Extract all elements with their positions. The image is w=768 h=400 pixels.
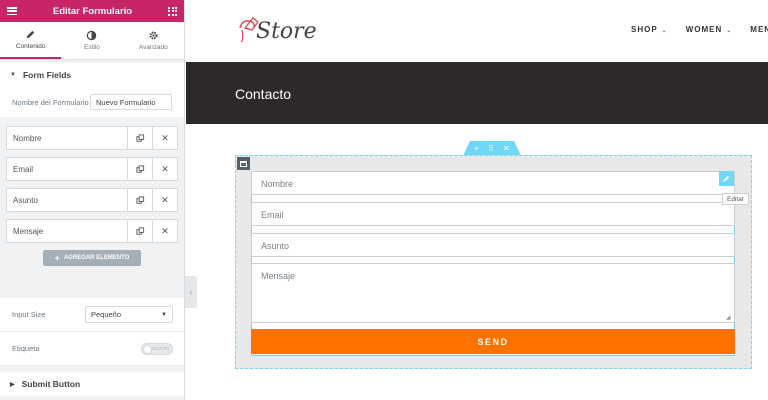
nav-item-men[interactable]: MEN <box>750 25 768 34</box>
site-header: Store SHOP⌄ WOMEN⌄ MEN <box>186 0 768 62</box>
form-fields-section-toggle[interactable]: ▼ Form Fields <box>0 63 184 87</box>
label-toggle-switch[interactable]: OCULTO <box>141 342 173 355</box>
submit-button-section-toggle[interactable]: ▶ Submit Button <box>0 372 184 396</box>
duplicate-icon[interactable] <box>127 189 152 211</box>
page-title: Contacto <box>235 86 292 102</box>
label-control: Etiqueta OCULTO <box>0 332 184 366</box>
tab-advanced[interactable]: Avanzado <box>123 22 184 59</box>
submit-section-title: Submit Button <box>21 379 81 389</box>
tab-content-label: Contenido <box>15 43 46 50</box>
chevron-down-icon: ⌄ <box>661 28 668 34</box>
drag-handle-icon[interactable]: ⠿ <box>488 144 494 153</box>
panel-lower-controls: Input Size Pequeño ▼ Etiqueta OCULTO <box>0 298 184 366</box>
chevron-down-icon: ▼ <box>161 311 167 318</box>
contrast-icon <box>87 30 97 41</box>
nav-item-shop[interactable]: SHOP ⌄ <box>631 25 668 34</box>
message-field[interactable]: Mensaje <box>251 263 735 323</box>
hamburger-menu-icon[interactable] <box>7 7 17 15</box>
repeater-item-label: Mensaje <box>13 226 44 236</box>
tab-content[interactable]: Contenido <box>0 22 62 59</box>
section-handle[interactable]: + ⠿ ✕ <box>463 141 521 156</box>
resize-grip-icon[interactable]: ◢ <box>726 314 731 321</box>
input-size-label: Input Size <box>12 310 46 319</box>
logo-text: Store <box>256 19 317 44</box>
tab-advanced-label: Avanzado <box>138 44 168 51</box>
add-item-button[interactable]: + AGREGAR ELEMENTO <box>43 250 141 266</box>
nav-item-women[interactable]: WOMEN ⌄ <box>686 25 733 34</box>
form-name-input[interactable]: Nuevo Formulario <box>90 94 172 110</box>
send-button[interactable]: SEND <box>251 329 735 354</box>
pencil-icon <box>723 175 730 182</box>
fields-repeater: Nombre ✕ Email ✕ Asunto ✕ Mensaje ✕ <box>0 126 184 243</box>
repeater-item-label: Asunto <box>13 195 38 205</box>
add-item-label: AGREGAR ELEMENTO <box>63 255 130 261</box>
repeater-item[interactable]: Mensaje ✕ <box>6 219 178 243</box>
remove-icon[interactable]: ✕ <box>152 220 177 242</box>
form-fields-section-title: Form Fields <box>22 70 72 80</box>
chevron-down-icon: ⌄ <box>726 28 733 34</box>
remove-icon[interactable]: ✕ <box>152 189 177 211</box>
subject-field[interactable]: Asunto <box>251 233 735 257</box>
nav-item-label: MEN <box>750 25 768 34</box>
pencil-icon <box>26 30 35 39</box>
add-section-icon[interactable]: + <box>474 144 479 153</box>
repeater-item[interactable]: Asunto ✕ <box>6 188 178 212</box>
panel-title: Editar Formulario <box>52 5 133 17</box>
panel-tabs: Contenido Estilo Avanzado <box>0 22 184 60</box>
duplicate-icon[interactable] <box>127 127 152 149</box>
nav-item-label: WOMEN <box>685 25 723 34</box>
remove-icon[interactable]: ✕ <box>152 127 177 149</box>
widgets-grid-icon[interactable] <box>168 6 177 16</box>
edit-widget-button[interactable] <box>719 171 734 186</box>
edit-tooltip: Editar <box>722 193 749 205</box>
repeater-item-label: Nombre <box>13 133 42 143</box>
repeater-item[interactable]: Nombre ✕ <box>6 126 178 150</box>
editor-panel: Editar Formulario Contenido Estilo Avanz… <box>0 0 185 400</box>
column-handle-icon[interactable] <box>237 157 250 170</box>
duplicate-icon[interactable] <box>127 158 152 180</box>
switch-text: OCULTO <box>150 346 169 351</box>
input-size-control: Input Size Pequeño ▼ <box>0 298 184 332</box>
caret-right-icon: ▶ <box>10 381 15 388</box>
input-size-select[interactable]: Pequeño ▼ <box>85 306 173 323</box>
site-logo[interactable]: Store <box>236 14 317 44</box>
caret-down-icon: ▼ <box>10 72 16 78</box>
chevron-left-icon: ‹ <box>189 287 193 297</box>
remove-icon[interactable]: ✕ <box>152 158 177 180</box>
duplicate-icon[interactable] <box>127 220 152 242</box>
form-name-control: Nombre del Formulario Nuevo Formulario <box>0 87 184 117</box>
tab-style[interactable]: Estilo <box>61 22 122 59</box>
collapse-panel-handle[interactable]: ‹ <box>185 276 197 308</box>
form-name-label: Nombre del Formulario <box>12 97 89 107</box>
tab-style-label: Estilo <box>84 44 100 51</box>
plus-icon: + <box>54 253 60 263</box>
label-control-label: Etiqueta <box>12 344 40 353</box>
gear-icon <box>149 31 158 40</box>
nav-item-label: SHOP <box>631 25 658 34</box>
page-hero: Contacto <box>186 62 768 124</box>
repeater-item-label: Email <box>13 164 34 174</box>
input-size-value: Pequeño <box>91 310 122 319</box>
delete-section-icon[interactable]: ✕ <box>503 144 510 153</box>
name-field[interactable]: Nombre <box>251 171 735 195</box>
switch-knob <box>143 344 152 354</box>
main-nav: SHOP⌄ WOMEN⌄ MEN <box>631 25 768 34</box>
repeater-item[interactable]: Email ✕ <box>6 157 178 181</box>
panel-header: Editar Formulario <box>0 0 184 22</box>
email-field[interactable]: Email <box>251 202 735 226</box>
